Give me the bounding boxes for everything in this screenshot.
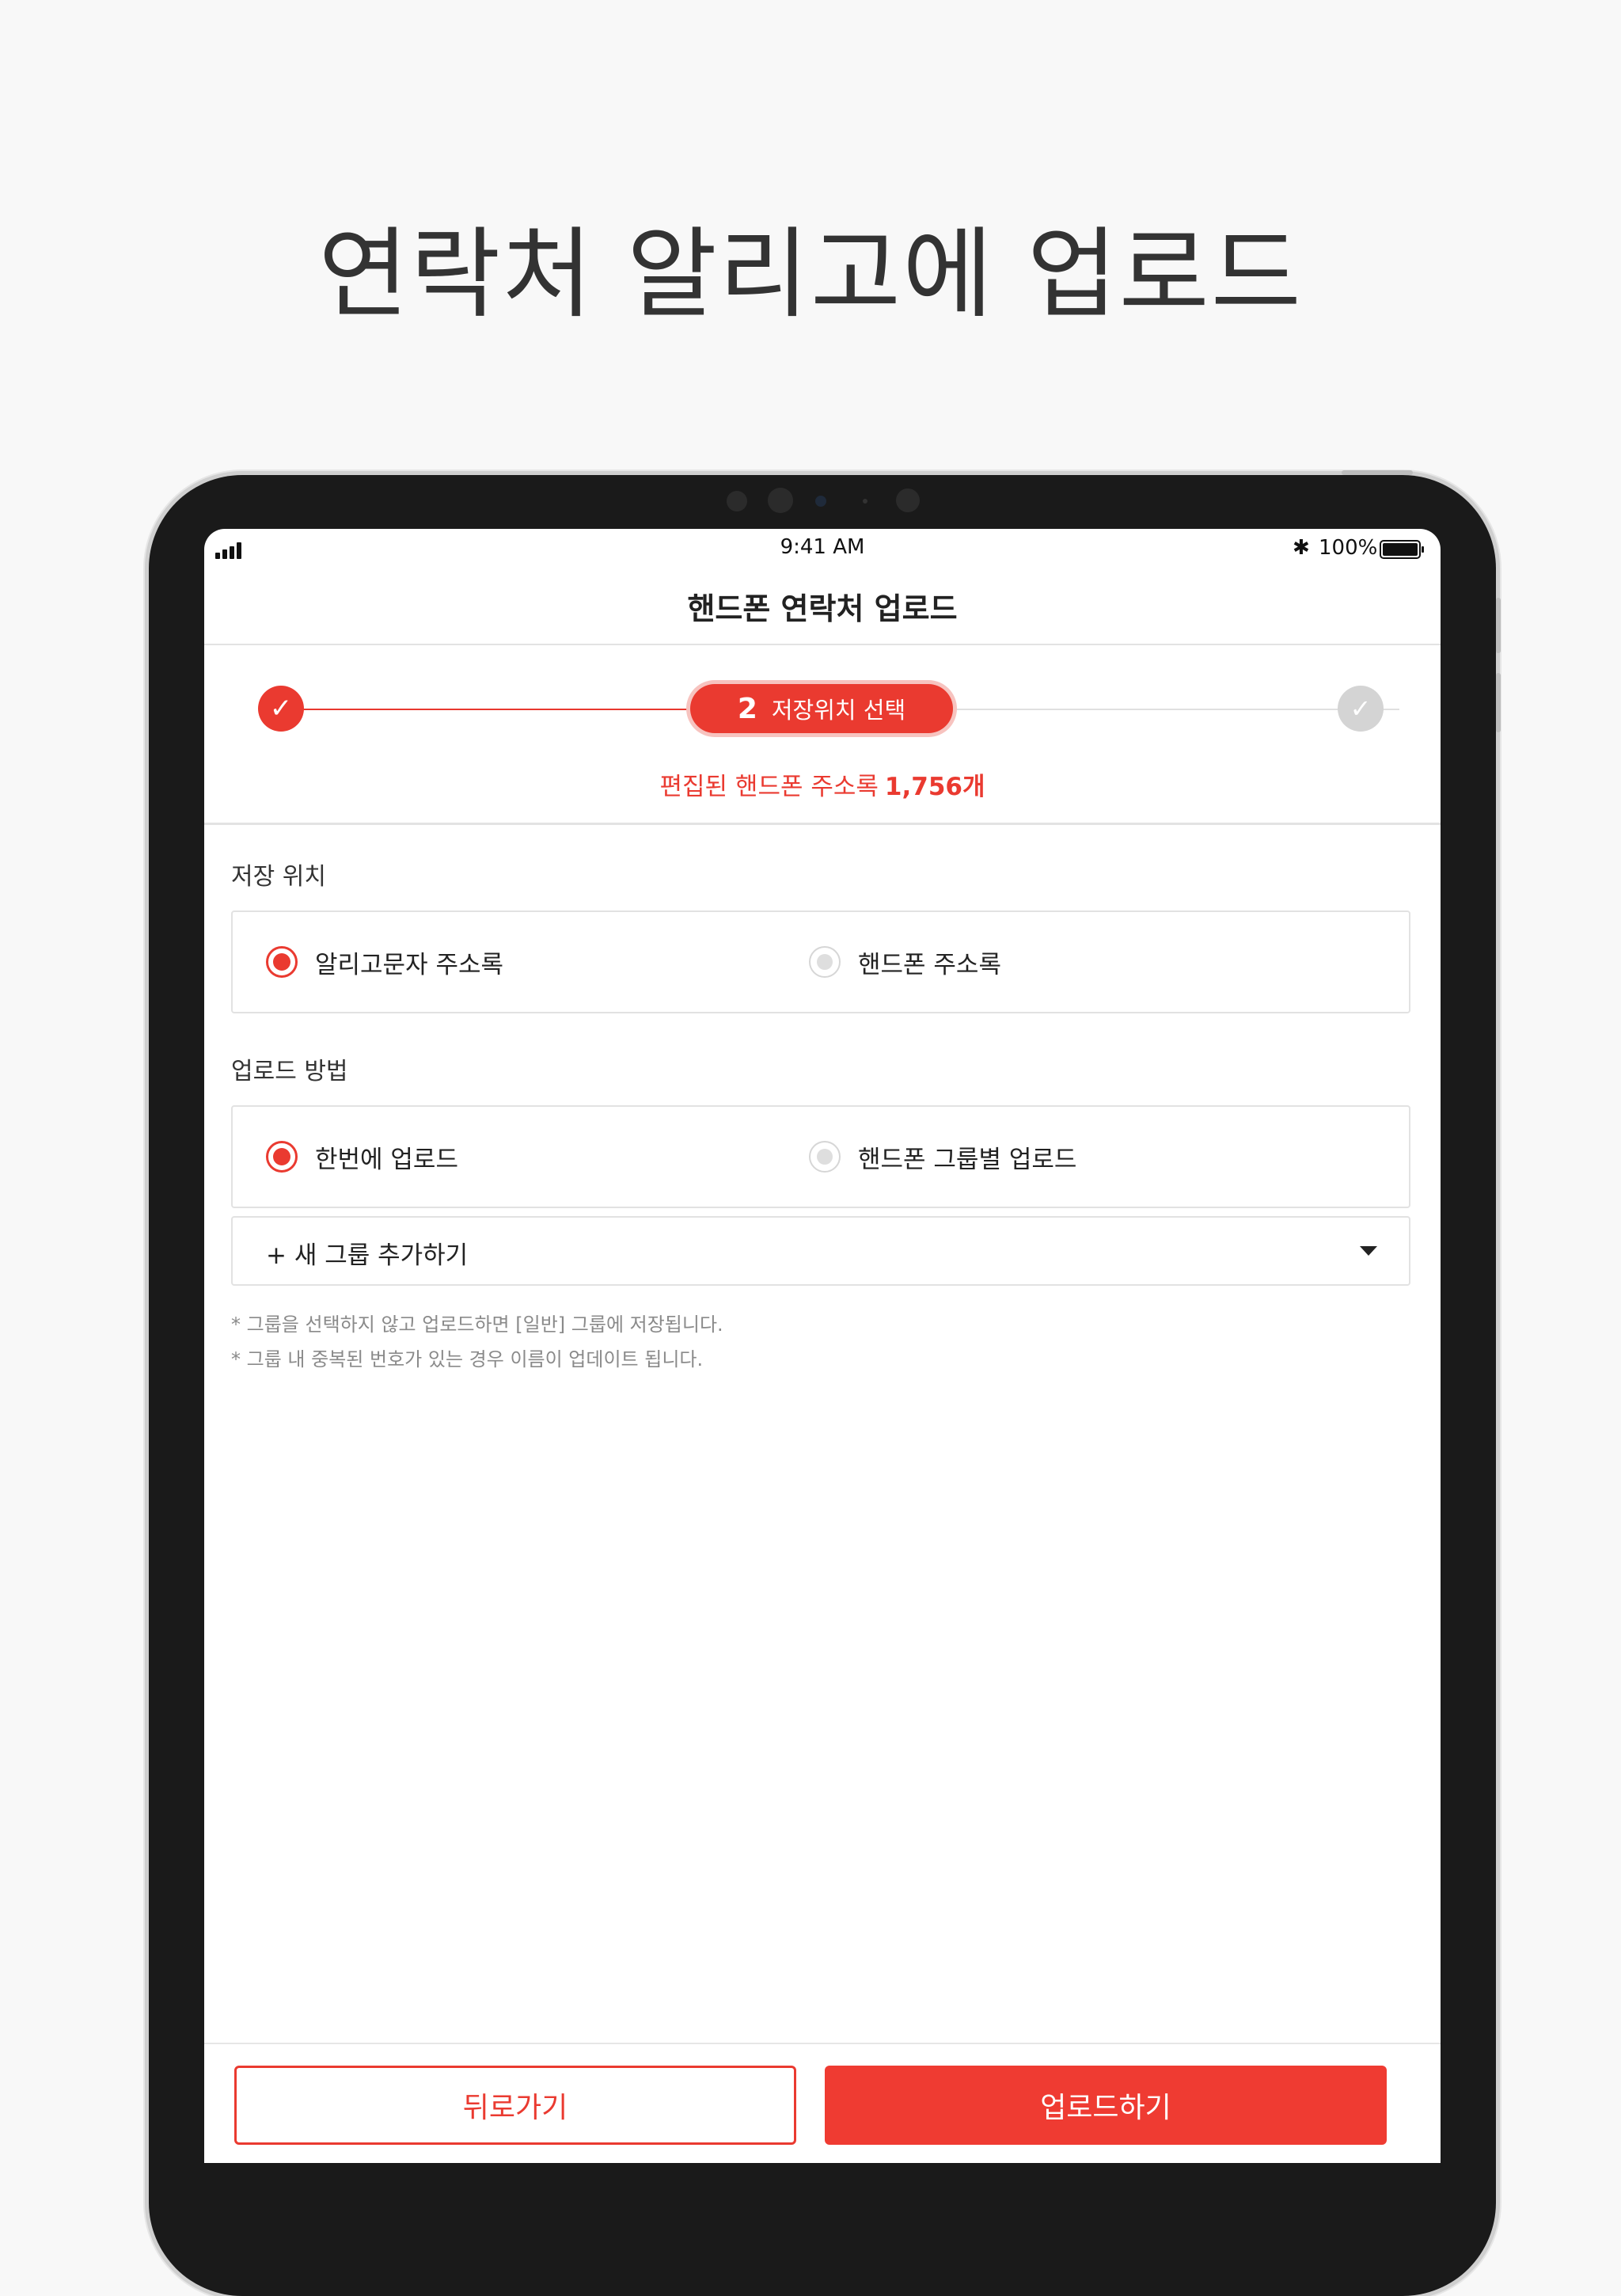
front-sensor xyxy=(727,491,747,511)
radio-label: 알리고문자 주소록 xyxy=(315,950,504,979)
check-icon: ✓ xyxy=(269,693,293,724)
battery-icon xyxy=(1380,540,1424,559)
radio-unselected-icon xyxy=(809,1141,841,1173)
radio-label: 핸드폰 주소록 xyxy=(858,950,1001,979)
promo-title: 연락처 알리고에 업로드 xyxy=(318,218,1303,332)
note-duplicate-update: * 그룹 내 중복된 번호가 있는 경우 이름이 업데이트 됩니다. xyxy=(231,1348,704,1370)
chevron-down-icon xyxy=(1360,1246,1377,1256)
app-screen: 9:41 AM ✱ 100% 핸드폰 연락처 업로드 ✓ 2 저장위치 선택 ✓… xyxy=(204,529,1441,2163)
summary-divider xyxy=(204,823,1441,825)
radio-phone-addressbook[interactable]: 핸드폰 주소록 xyxy=(809,912,1001,1012)
summary-count: 1,756개 xyxy=(884,773,985,801)
volume-up-button xyxy=(1496,598,1501,653)
radio-label: 핸드폰 그룹별 업로드 xyxy=(858,1145,1077,1174)
top-button xyxy=(1342,470,1413,475)
edited-contacts-summary: 편집된 핸드폰 주소록 1,756개 xyxy=(204,766,1441,802)
status-time: 9:41 AM xyxy=(780,535,865,559)
page-title: 핸드폰 연락처 업로드 xyxy=(687,591,958,626)
radio-aligo-addressbook[interactable]: 알리고문자 주소록 xyxy=(266,912,503,1012)
radio-selected-icon xyxy=(266,1141,298,1173)
radio-unselected-icon xyxy=(809,946,841,978)
header-divider xyxy=(204,644,1441,645)
volume-down-button xyxy=(1496,673,1501,732)
radio-upload-all-at-once[interactable]: 한번에 업로드 xyxy=(266,1107,458,1207)
battery-percent: 100% xyxy=(1319,536,1378,560)
step-2-current: 2 저장위치 선택 xyxy=(690,684,953,733)
face-id-sensor xyxy=(815,496,826,507)
step-label: 저장위치 선택 xyxy=(771,697,906,724)
front-camera xyxy=(768,488,793,513)
check-icon: ✓ xyxy=(1350,694,1372,724)
proximity-sensor xyxy=(863,499,867,504)
status-bar: 9:41 AM ✱ 100% xyxy=(204,529,1441,568)
bluetooth-icon: ✱ xyxy=(1293,536,1310,560)
radio-upload-by-group[interactable]: 핸드폰 그룹별 업로드 xyxy=(809,1107,1076,1207)
footer-divider xyxy=(204,2043,1441,2044)
ambient-sensor xyxy=(896,488,920,512)
storage-section-label: 저장 위치 xyxy=(231,863,326,891)
storage-options: 알리고문자 주소록 핸드폰 주소록 xyxy=(231,910,1410,1013)
note-default-group: * 그룹을 선택하지 않고 업로드하면 [일반] 그룹에 저장됩니다. xyxy=(231,1313,723,1336)
upload-button[interactable]: 업로드하기 xyxy=(825,2066,1387,2145)
group-select-value: + 새 그룹 추가하기 xyxy=(266,1241,469,1270)
method-options: 한번에 업로드 핸드폰 그룹별 업로드 xyxy=(231,1105,1410,1208)
group-select[interactable]: + 새 그룹 추가하기 xyxy=(231,1216,1410,1286)
method-section-label: 업로드 방법 xyxy=(231,1058,348,1085)
step-3-pending: ✓ xyxy=(1338,686,1384,732)
radio-label: 한번에 업로드 xyxy=(315,1145,458,1174)
step-1-completed: ✓ xyxy=(258,686,304,732)
radio-selected-icon xyxy=(266,946,298,978)
summary-label: 편집된 핸드폰 주소록 xyxy=(659,773,879,801)
step-number: 2 xyxy=(737,692,757,725)
back-button[interactable]: 뒤로가기 xyxy=(234,2066,796,2145)
stepper-line-remaining xyxy=(948,709,1399,710)
